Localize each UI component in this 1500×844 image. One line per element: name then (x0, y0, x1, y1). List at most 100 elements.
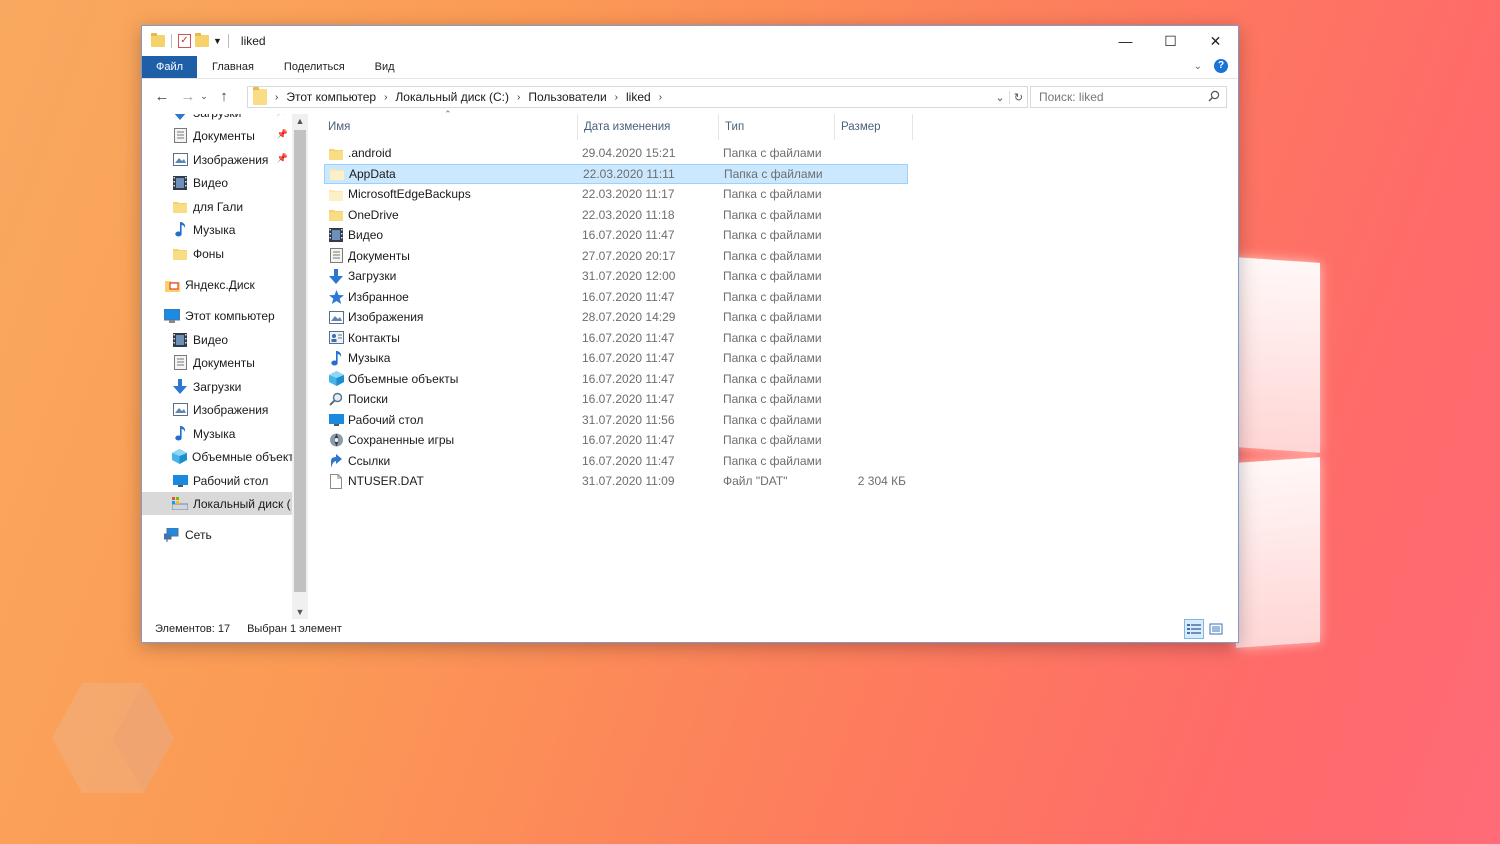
sidebar-item-label: Объемные объект (192, 449, 292, 464)
sidebar-item[interactable]: Документы 📌 (142, 124, 292, 147)
breadcrumb-this-pc[interactable]: Этот компьютер (286, 90, 376, 104)
sidebar-item[interactable]: Изображения (142, 398, 292, 421)
sidebar-item[interactable]: для Гали (142, 195, 292, 218)
table-row[interactable]: AppData 22.03.2020 11:11 Папка с файлами (324, 163, 908, 184)
folder-icon (151, 33, 165, 47)
tab-home[interactable]: Главная (197, 56, 269, 78)
back-arrow-icon[interactable]: ← (152, 88, 172, 105)
column-header-date[interactable]: Дата изменения (578, 114, 719, 140)
crumb-separator-icon[interactable]: › (275, 92, 278, 103)
table-row[interactable]: Избранное 16.07.2020 11:47 Папка с файлами (324, 287, 908, 307)
file-name-cell: Видео (328, 227, 383, 243)
recent-locations-chevron-icon[interactable]: ⌄ (198, 91, 210, 102)
table-row[interactable]: Ссылки 16.07.2020 11:47 Папка с файлами (324, 451, 908, 471)
sidebar-item[interactable]: Загрузки 📌 (142, 114, 292, 124)
forward-arrow-icon[interactable]: → (178, 88, 198, 105)
sidebar-item[interactable]: Яндекс.Диск (142, 273, 292, 296)
breadcrumb-local-disk[interactable]: Локальный диск (C:) (395, 90, 509, 104)
column-header-type[interactable]: Тип (719, 114, 835, 140)
quick-access-toolbar: ✓ ▼ (142, 33, 231, 48)
table-row[interactable]: Поиски 16.07.2020 11:47 Папка с файлами (324, 389, 908, 409)
music-icon (328, 350, 344, 366)
video-icon (172, 175, 188, 191)
sidebar-item[interactable]: Фоны (142, 242, 292, 265)
file-type: Папка с файлами (723, 187, 822, 201)
navigation-scrollbar[interactable]: ▲ ▼ (292, 114, 308, 619)
scrollbar-thumb[interactable] (294, 130, 306, 592)
sidebar-item[interactable]: Объемные объект (142, 445, 292, 468)
details-view-button[interactable] (1184, 619, 1204, 639)
file-name-cell: Изображения (328, 309, 423, 325)
crumb-separator-icon[interactable]: › (517, 92, 520, 103)
table-row[interactable]: Контакты 16.07.2020 11:47 Папка с файлами (324, 328, 908, 348)
table-row[interactable]: Документы 27.07.2020 20:17 Папка с файлами (324, 246, 908, 266)
scroll-up-icon[interactable]: ▲ (292, 116, 308, 126)
refresh-icon[interactable]: ↻ (1009, 90, 1027, 104)
file-date: 27.07.2020 20:17 (582, 248, 676, 263)
sidebar-item[interactable]: Музыка (142, 422, 292, 445)
crumb-separator-icon[interactable]: › (615, 92, 618, 103)
sidebar-item[interactable]: Рабочий стол (142, 469, 292, 492)
table-row[interactable]: OneDrive 22.03.2020 11:18 Папка с файлами (324, 205, 908, 225)
crumb-separator-icon[interactable]: › (659, 92, 662, 103)
sidebar-item-label: Музыка (193, 426, 236, 441)
file-name-cell: Объемные объекты (328, 371, 458, 387)
tab-file[interactable]: Файл (142, 56, 198, 78)
details-view-icon (1187, 624, 1201, 634)
file-name: Избранное (348, 289, 409, 304)
table-row[interactable]: MicrosoftEdgeBackups 22.03.2020 11:17 Папк… (324, 184, 908, 204)
address-history-chevron-icon[interactable]: ⌄ (991, 91, 1009, 104)
search-input[interactable]: Поиск: liked (1030, 86, 1227, 108)
column-header-name[interactable]: Имя ⌃ (322, 109, 578, 140)
table-row[interactable]: Загрузки 31.07.2020 12:00 Папка с файлами (324, 266, 908, 286)
breadcrumb-users[interactable]: Пользователи (528, 90, 606, 104)
sidebar-item[interactable]: Видео (142, 328, 292, 351)
address-bar[interactable]: › Этот компьютер › Локальный диск (C:) ›… (247, 86, 1028, 108)
large-icons-view-button[interactable] (1206, 619, 1226, 639)
table-row[interactable]: NTUSER.DAT 31.07.2020 11:09 Файл "DAT" 2 30… (324, 471, 908, 491)
crumb-separator-icon[interactable]: › (384, 92, 387, 103)
maximize-button[interactable]: ☐ (1148, 26, 1193, 56)
sidebar-item[interactable]: Видео (142, 171, 292, 194)
download-icon (172, 379, 188, 395)
table-row[interactable]: Объемные объекты 16.07.2020 11:47 Папка с … (324, 369, 908, 389)
table-row[interactable]: Изображения 28.07.2020 14:29 Папка с файла… (324, 307, 908, 327)
chevron-down-icon[interactable]: ▼ (213, 36, 222, 46)
sidebar-item[interactable]: Загрузки (142, 375, 292, 398)
table-row[interactable]: Видео 16.07.2020 11:47 Папка с файлами (324, 225, 908, 245)
tab-share[interactable]: Поделиться (269, 56, 360, 78)
table-row[interactable]: Музыка 16.07.2020 11:47 Папка с файлами (324, 348, 908, 368)
file-name-cell: MicrosoftEdgeBackups (328, 186, 471, 202)
links-icon (328, 453, 344, 469)
minimize-button[interactable]: — (1103, 26, 1148, 56)
search-placeholder: Поиск: liked (1039, 90, 1104, 104)
sidebar-item[interactable]: Изображения 📌 (142, 148, 292, 171)
file-date: 31.07.2020 11:09 (582, 474, 675, 488)
sidebar-item[interactable]: Этот компьютер (142, 304, 292, 327)
table-row[interactable]: Рабочий стол 31.07.2020 11:56 Папка с файл… (324, 410, 908, 430)
file-name: Документы (348, 248, 410, 263)
column-header-size[interactable]: Размер (835, 114, 913, 140)
close-button[interactable]: ✕ (1193, 26, 1238, 56)
sidebar-item[interactable]: Сеть (142, 523, 292, 546)
expand-ribbon-icon[interactable]: ⌄ (1194, 61, 1202, 72)
table-row[interactable]: Сохраненные игры 16.07.2020 11:47 Папка с … (324, 430, 908, 450)
sidebar-item[interactable]: Документы (142, 351, 292, 374)
file-name-cell: Документы (328, 248, 410, 264)
up-arrow-icon[interactable]: ↑ (214, 88, 234, 105)
3d-objects-icon (172, 449, 187, 465)
tab-view[interactable]: Вид (360, 56, 410, 78)
properties-icon[interactable]: ✓ (178, 34, 191, 48)
new-folder-icon[interactable] (195, 33, 209, 47)
help-icon[interactable]: ? (1214, 59, 1228, 73)
breadcrumb-liked[interactable]: liked (626, 90, 651, 104)
file-type: Папка с файлами (723, 351, 822, 365)
table-row[interactable]: .android 29.04.2020 15:21 Папка с файлами (324, 143, 908, 163)
desktop-icon (172, 473, 188, 489)
title-bar: ✓ ▼ liked — ☐ ✕ (142, 26, 1238, 56)
sidebar-item[interactable]: Локальный диск ( (142, 492, 292, 515)
search-icon[interactable] (1208, 90, 1220, 102)
download-icon (172, 114, 188, 121)
file-name: Видео (348, 228, 384, 242)
sidebar-item[interactable]: Музыка (142, 218, 292, 241)
